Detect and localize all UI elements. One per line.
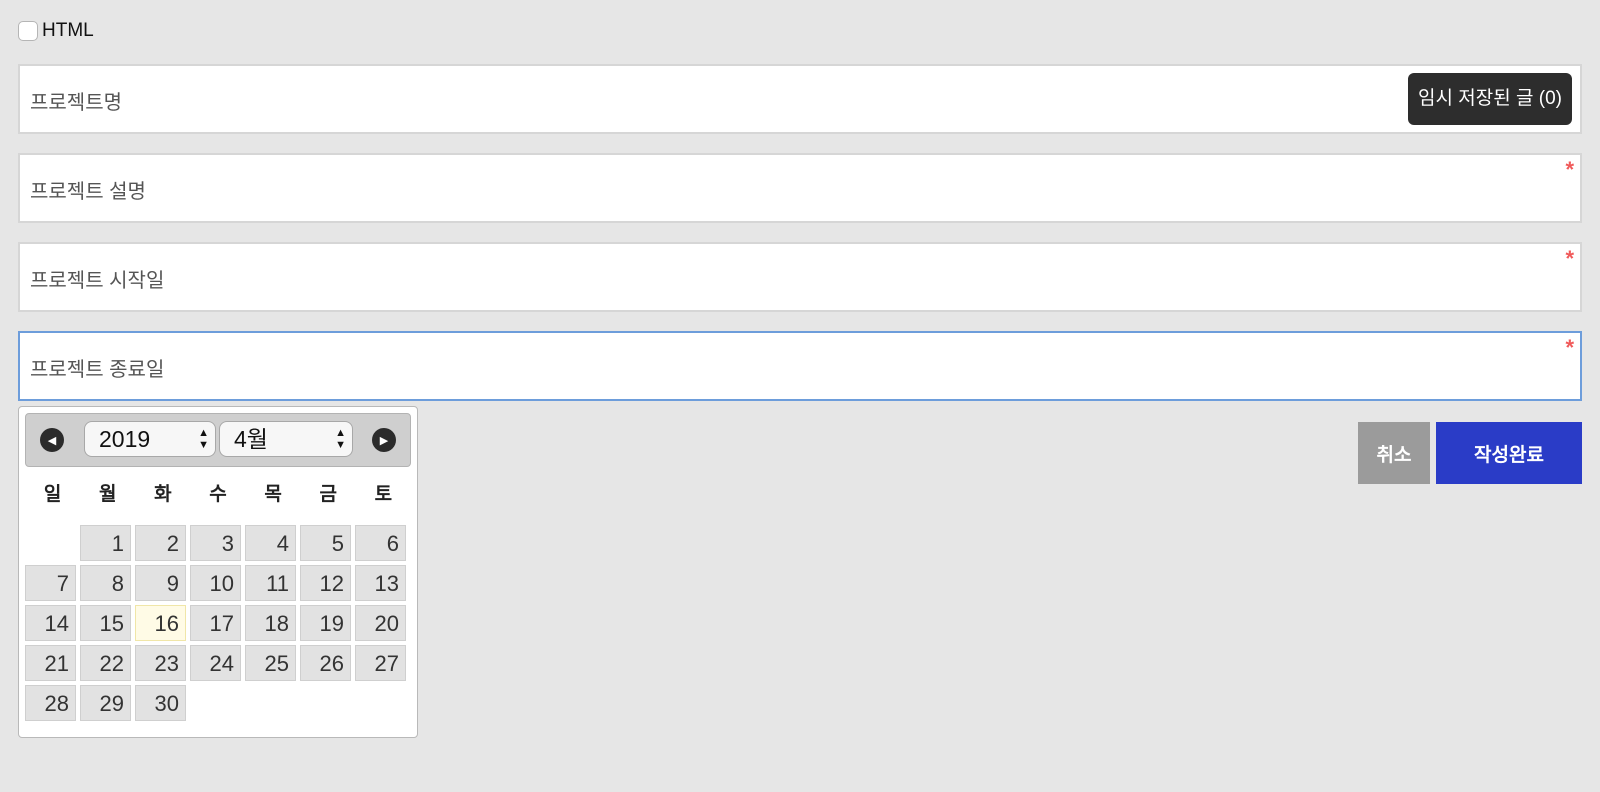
day-cell[interactable]: 22 <box>80 645 131 681</box>
day-cell[interactable]: 20 <box>355 605 406 641</box>
select-arrows-icon: ▲ ▼ <box>198 427 209 451</box>
day-cell[interactable]: 17 <box>190 605 241 641</box>
weekday-label: 월 <box>98 484 117 505</box>
day-cell[interactable]: 28 <box>25 685 76 721</box>
day-cell[interactable]: 2 <box>135 525 186 561</box>
temp-saved-button[interactable]: 임시 저장된 글 (0) <box>1408 73 1572 125</box>
day-cell[interactable]: 6 <box>355 525 406 561</box>
day-cell[interactable]: 30 <box>135 685 186 721</box>
datepicker-header: ◀ 2019 ▲ ▼ 4월 ▲ ▼ ▶ <box>25 413 411 467</box>
month-select-value: 4월 <box>234 426 268 452</box>
day-cell[interactable]: 25 <box>245 645 296 681</box>
required-icon: * <box>1565 157 1574 182</box>
day-cell[interactable]: 23 <box>135 645 186 681</box>
day-cell[interactable]: 4 <box>245 525 296 561</box>
project-description-placeholder: 프로젝트 설명 <box>30 181 146 203</box>
day-cell[interactable]: 14 <box>25 605 76 641</box>
project-description-field[interactable]: 프로젝트 설명 * <box>18 153 1582 223</box>
day-cell[interactable]: 13 <box>355 565 406 601</box>
day-cell[interactable]: 11 <box>245 565 296 601</box>
required-icon: * <box>1565 335 1574 360</box>
day-cell[interactable]: 9 <box>135 565 186 601</box>
project-name-field[interactable]: 프로젝트명 임시 저장된 글 (0) <box>18 64 1582 134</box>
weekday-label: 토 <box>374 484 393 505</box>
required-icon: * <box>1565 246 1574 271</box>
month-select[interactable]: 4월 ▲ ▼ <box>219 421 353 457</box>
project-start-date-placeholder: 프로젝트 시작일 <box>30 270 165 292</box>
weekday-label: 일 <box>43 484 62 505</box>
day-cell[interactable]: 21 <box>25 645 76 681</box>
project-end-date-field[interactable]: 프로젝트 종료일 * <box>18 331 1582 401</box>
day-cell[interactable]: 10 <box>190 565 241 601</box>
html-label: HTML <box>42 20 94 41</box>
select-arrows-icon: ▲ ▼ <box>335 427 346 451</box>
next-month-icon[interactable]: ▶ <box>372 428 396 452</box>
weekday-label: 수 <box>209 484 227 505</box>
day-cell[interactable]: 18 <box>245 605 296 641</box>
day-cell[interactable]: 5 <box>300 525 351 561</box>
project-name-placeholder: 프로젝트명 <box>30 92 122 114</box>
prev-month-icon[interactable]: ◀ <box>40 428 64 452</box>
weekday-label: 목 <box>264 484 282 505</box>
day-cell[interactable]: 26 <box>300 645 351 681</box>
day-cell[interactable]: 1 <box>80 525 131 561</box>
day-cell[interactable]: 12 <box>300 565 351 601</box>
weekday-header: 일월화수목금토 <box>25 479 411 506</box>
empty-day-cell <box>25 525 76 561</box>
day-cell[interactable]: 27 <box>355 645 406 681</box>
html-checkbox[interactable] <box>18 21 38 41</box>
day-cell[interactable]: 29 <box>80 685 131 721</box>
weekday-label: 금 <box>319 484 338 505</box>
datepicker: ◀ 2019 ▲ ▼ 4월 ▲ ▼ ▶ 일월화수목금토 1 2 3 4 5 6 7 8 9 10 11 1… <box>18 406 418 738</box>
day-cell[interactable]: 15 <box>80 605 131 641</box>
project-end-date-placeholder: 프로젝트 종료일 <box>30 359 165 381</box>
day-grid: 1 2 3 4 5 6 7 8 9 10 11 12 13 14 15 16 17 18 19 20 21 22 23 24 2… <box>25 525 413 721</box>
day-cell[interactable]: 3 <box>190 525 241 561</box>
year-select[interactable]: 2019 ▲ ▼ <box>84 421 216 457</box>
year-select-value: 2019 <box>99 426 151 452</box>
cancel-button[interactable]: 취소 <box>1358 422 1430 484</box>
weekday-label: 화 <box>154 484 172 505</box>
html-toggle[interactable]: HTML <box>18 20 94 42</box>
project-start-date-field[interactable]: 프로젝트 시작일 * <box>18 242 1582 312</box>
day-cell[interactable]: 19 <box>300 605 351 641</box>
day-cell[interactable]: 24 <box>190 645 241 681</box>
submit-button[interactable]: 작성완료 <box>1436 422 1582 484</box>
day-cell[interactable]: 7 <box>25 565 76 601</box>
day-cell[interactable]: 8 <box>80 565 131 601</box>
day-cell-today[interactable]: 16 <box>135 605 186 641</box>
